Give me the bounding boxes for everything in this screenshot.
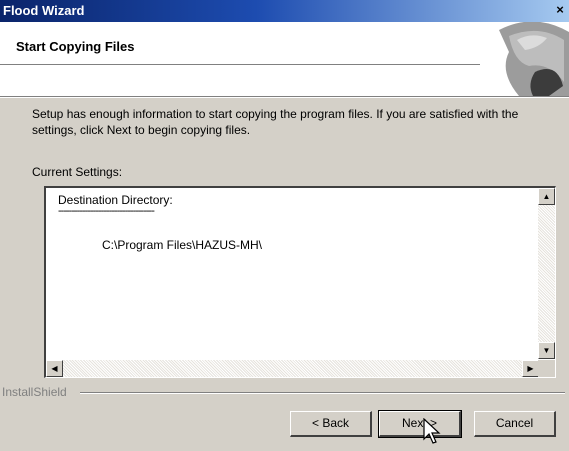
scroll-right-icon[interactable]: ▶	[522, 360, 539, 377]
page-subtitle: Start Copying Files	[16, 39, 135, 54]
window-title: Flood Wizard	[3, 3, 85, 18]
scroll-down-icon[interactable]: ▼	[538, 342, 555, 359]
next-button[interactable]: Next >	[378, 410, 462, 438]
intro-text: Setup has enough information to start co…	[32, 107, 519, 137]
installshield-brand: InstallShield	[2, 385, 67, 399]
footer-divider	[80, 392, 565, 394]
destination-path: C:\Program Files\HAZUS-MH\	[102, 238, 263, 252]
globe-logo-icon	[499, 22, 569, 96]
scroll-up-icon[interactable]: ▲	[538, 188, 555, 205]
vertical-scrollbar[interactable]: ▲ ▼	[538, 188, 555, 359]
header-divider	[0, 64, 480, 66]
horizontal-scrollbar[interactable]: ◀ ▶	[46, 360, 539, 377]
current-settings-label: Current Settings:	[32, 165, 123, 179]
cancel-button[interactable]: Cancel	[474, 411, 556, 437]
mouse-pointer-icon	[423, 418, 441, 444]
close-icon[interactable]: ×	[553, 2, 567, 18]
wizard-header: Start Copying Files	[0, 22, 569, 97]
scrollbar-corner	[538, 360, 555, 377]
scroll-left-icon[interactable]: ◀	[46, 360, 63, 377]
separator-line: ------------------------------------	[58, 205, 155, 217]
back-button[interactable]: < Back	[290, 411, 372, 437]
settings-textbox[interactable]: Destination Directory: -----------------…	[44, 186, 556, 378]
title-bar: Flood Wizard ×	[0, 0, 569, 22]
